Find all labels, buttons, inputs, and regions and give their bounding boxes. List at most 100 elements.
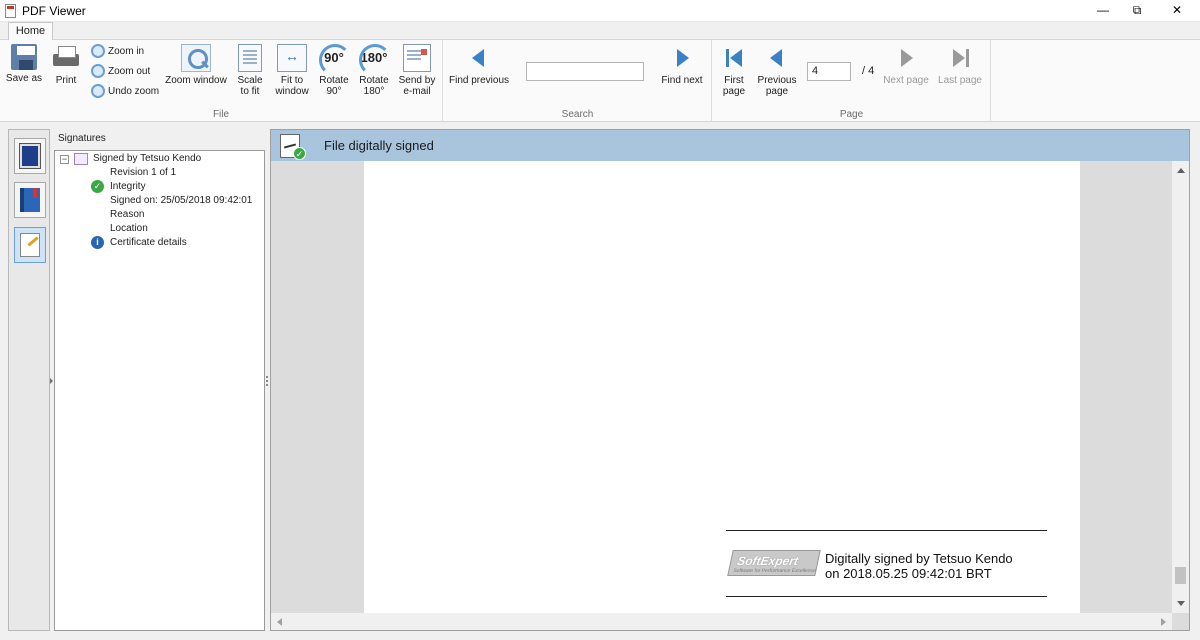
logo-tagline: Software for Performance Excellence — [732, 568, 817, 574]
file-group: Save as Print Zoom in Zoom out Undo zoom… — [0, 40, 443, 122]
banner-text: File digitally signed — [324, 138, 434, 153]
first-page-icon — [719, 44, 749, 72]
signer-label: Signed by Tetsuo Kendo — [93, 153, 202, 164]
side-icon-strip — [8, 129, 50, 631]
scroll-left-icon[interactable] — [277, 618, 282, 626]
page-number-input[interactable]: 4 — [807, 62, 851, 81]
fit-to-window-icon — [277, 44, 307, 72]
first-page-button[interactable]: First page — [715, 44, 753, 97]
zoom-in-button[interactable]: Zoom in — [91, 43, 144, 61]
tab-home[interactable]: Home — [8, 22, 53, 41]
first-page-label-2: page — [722, 86, 746, 97]
signature-pen-icon — [20, 233, 40, 257]
certificate-details-item[interactable]: i Certificate details — [55, 236, 264, 250]
find-previous-label: Find previous — [448, 75, 510, 86]
document-view: ✓ File digitally signed SoftExpert Softw… — [270, 129, 1190, 631]
stamp-top-rule — [726, 530, 1047, 531]
softexpert-logo: SoftExpert Software for Performance Exce… — [727, 550, 821, 576]
scroll-thumb[interactable] — [1175, 567, 1186, 584]
vertical-scrollbar[interactable] — [1172, 161, 1189, 613]
signatures-tab-button[interactable] — [14, 227, 46, 263]
scale-to-fit-button[interactable]: Scale to fit — [233, 44, 267, 97]
stamp-line-2: on 2018.05.25 09:42:01 BRT — [825, 566, 992, 581]
email-icon — [403, 44, 431, 72]
fit-to-window-button[interactable]: Fit to window — [272, 44, 312, 97]
zoom-out-label: Zoom out — [108, 66, 151, 77]
previous-page-label-2: page — [765, 86, 789, 97]
stamp-line-1: Digitally signed by Tetsuo Kendo — [825, 551, 1013, 566]
check-icon: ✓ — [293, 147, 306, 160]
printer-icon — [51, 44, 81, 72]
rotate-180-label-1: Rotate — [359, 75, 389, 86]
page-group: First page Previous page / 4 Next page L… — [713, 40, 991, 122]
info-icon: i — [91, 236, 104, 249]
next-page-button[interactable]: Next page — [881, 44, 931, 86]
fit-to-window-label-2: window — [275, 86, 309, 97]
scroll-right-icon[interactable] — [1161, 618, 1166, 626]
save-as-button[interactable]: Save as — [4, 44, 44, 84]
panel-splitter[interactable] — [266, 376, 269, 386]
signature-icon — [74, 153, 88, 165]
ribbon-tab-strip: Home — [0, 22, 1200, 41]
find-next-label: Find next — [661, 75, 703, 86]
signature-node[interactable]: − Signed by Tetsuo Kendo — [55, 152, 264, 166]
find-previous-button[interactable]: Find previous — [448, 44, 510, 86]
collapse-arrow-icon[interactable] — [50, 378, 53, 384]
scroll-down-icon[interactable] — [1177, 601, 1185, 606]
ribbon: Save as Print Zoom in Zoom out Undo zoom… — [0, 40, 1200, 122]
save-as-label: Save as — [5, 73, 43, 84]
undo-zoom-button[interactable]: Undo zoom — [91, 83, 159, 101]
undo-zoom-icon — [91, 84, 105, 99]
zoom-out-icon — [91, 64, 105, 79]
print-button[interactable]: Print — [48, 44, 84, 86]
signature-banner: ✓ File digitally signed — [271, 130, 1189, 161]
print-label: Print — [55, 75, 77, 86]
send-email-label-1: Send by — [398, 75, 436, 86]
rotate-90-label-2: 90° — [326, 86, 342, 97]
previous-page-label-1: Previous — [757, 75, 797, 86]
scroll-up-icon[interactable] — [1177, 168, 1185, 173]
integrity-label: Integrity — [110, 181, 146, 192]
thumbnails-tab-button[interactable] — [14, 138, 46, 174]
rotate-180-button[interactable]: 180° Rotate 180° — [355, 44, 393, 97]
zoom-out-button[interactable]: Zoom out — [91, 63, 150, 81]
pdf-app-icon — [5, 4, 16, 18]
first-page-label-1: First — [724, 75, 744, 86]
file-group-label: File — [212, 109, 230, 120]
rotate-90-label-1: Rotate — [319, 75, 349, 86]
rotate-90-icon: 90° — [319, 44, 351, 76]
next-page-label: Next page — [883, 75, 929, 86]
zoom-in-label: Zoom in — [108, 46, 145, 57]
search-group-label: Search — [561, 109, 594, 120]
last-page-label: Last page — [938, 75, 982, 86]
horizontal-scrollbar[interactable] — [271, 613, 1172, 630]
integrity-item[interactable]: ✓ Integrity — [55, 180, 264, 194]
last-page-button[interactable]: Last page — [935, 44, 985, 86]
search-group: Find previous Find next Search — [444, 40, 712, 122]
close-button[interactable]: ✕ — [1154, 0, 1200, 22]
last-page-icon — [945, 44, 975, 72]
undo-zoom-label: Undo zoom — [108, 86, 160, 97]
collapse-node-icon[interactable]: − — [60, 155, 69, 164]
zoom-window-button[interactable]: Zoom window — [165, 44, 227, 86]
thumbnails-icon — [19, 143, 41, 169]
zoom-in-icon — [91, 44, 105, 59]
previous-page-button[interactable]: Previous page — [755, 44, 799, 97]
bookmarks-tab-button[interactable] — [14, 182, 46, 218]
rotate-180-icon: 180° — [359, 44, 391, 76]
zoom-window-icon — [181, 44, 211, 72]
window-title: PDF Viewer — [22, 4, 86, 18]
search-input[interactable] — [526, 62, 644, 81]
rotate-180-label-2: 180° — [363, 86, 385, 97]
logo-text: SoftExpert — [735, 554, 800, 568]
revision-item: Revision 1 of 1 — [110, 167, 177, 178]
certificate-details-label: Certificate details — [110, 237, 187, 248]
rotate-90-button[interactable]: 90° Rotate 90° — [315, 44, 353, 97]
page-group-label: Page — [839, 109, 864, 120]
find-next-button[interactable]: Find next — [656, 44, 708, 86]
signed-on-item: Signed on: 25/05/2018 09:42:01 — [110, 195, 253, 206]
bookmark-icon — [20, 188, 40, 212]
send-by-email-button[interactable]: Send by e-mail — [396, 44, 438, 97]
pdf-page[interactable]: SoftExpert Software for Performance Exce… — [364, 161, 1080, 613]
next-page-icon — [891, 44, 921, 72]
